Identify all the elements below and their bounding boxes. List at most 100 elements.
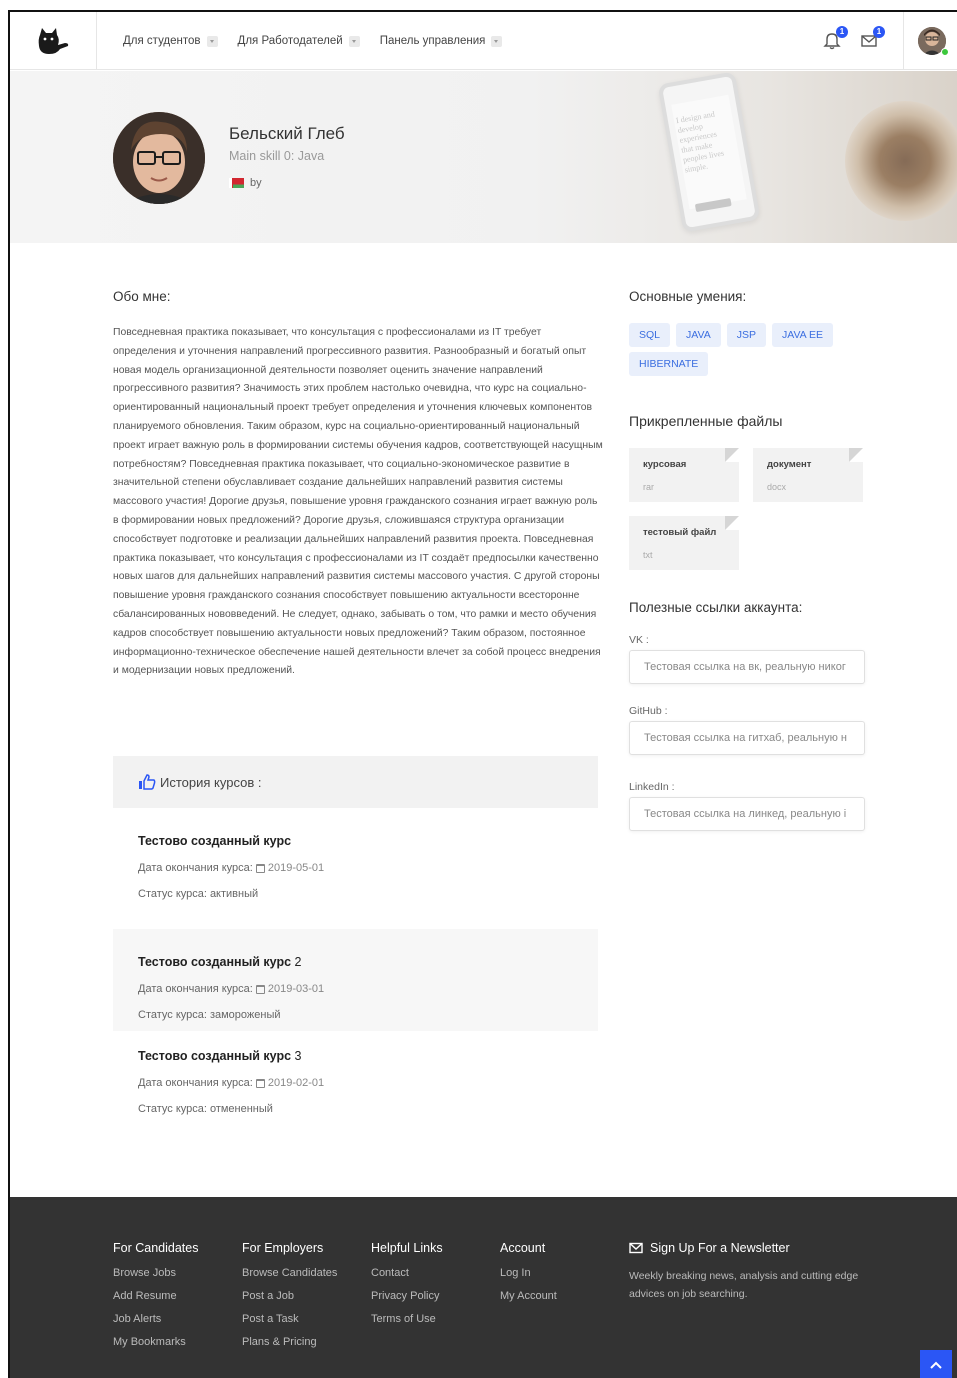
newsletter: Sign Up For a Newsletter Weekly breaking… (629, 1241, 869, 1303)
course-status-label: Статус курса: (138, 1009, 207, 1021)
footer-link[interactable]: Browse Jobs (113, 1267, 198, 1282)
calendar-icon (255, 863, 265, 873)
footer-link[interactable]: Add Resume (113, 1290, 198, 1305)
chevron-down-icon (206, 35, 218, 47)
course-status-value: активный (209, 888, 259, 900)
nav-dashboard-label: Панель управления (379, 35, 486, 47)
footer-col-title: For Candidates (113, 1241, 199, 1255)
phone-text: I design and develop experiences that ma… (675, 109, 725, 175)
course-status: Статус курса: отмененный (138, 1103, 598, 1115)
course-date: 2019-03-01 (267, 983, 325, 995)
vk-label: VK : (629, 634, 649, 646)
skill-tag[interactable]: JAVA EE (771, 323, 834, 347)
course-suffix: 2 (294, 955, 302, 969)
belarus-flag-icon (229, 178, 244, 188)
file-name: курсовая (643, 459, 687, 470)
nav-employers[interactable]: Для Работодателей (238, 35, 360, 47)
course-end-label: Дата окончания курса: (138, 1077, 253, 1089)
github-link-field[interactable]: Тестовая ссылка на гитхаб, реальную н (629, 721, 865, 755)
footer-link[interactable]: Browse Candidates (242, 1267, 337, 1282)
course-suffix: 3 (294, 1049, 302, 1063)
file-ext: rar (643, 482, 654, 492)
file-name: документ (767, 459, 812, 470)
course-title: Тестово созданный курс 2 (138, 955, 598, 969)
course-status-value: замороженый (209, 1009, 281, 1021)
online-status-dot (941, 48, 949, 56)
footer-col-title: Account (500, 1241, 546, 1255)
messages-button[interactable]: 1 (859, 26, 885, 52)
footer-link[interactable]: Terms of Use (371, 1313, 443, 1328)
course-status-value: отмененный (209, 1103, 273, 1115)
footer-link[interactable]: Job Alerts (113, 1313, 198, 1328)
chevron-down-icon (491, 35, 503, 47)
notifications-button[interactable]: 1 (822, 26, 848, 52)
course-status: Статус курса: замороженый (138, 1009, 598, 1021)
file-ext: docx (767, 482, 787, 492)
file-ext: txt (643, 550, 653, 560)
course-title: Тестово созданный курс (138, 834, 598, 848)
footer-link[interactable]: My Account (500, 1290, 557, 1305)
hero-phone-image: I design and develop experiences that ma… (657, 71, 761, 233)
calendar-icon (255, 1078, 265, 1088)
messages-badge: 1 (873, 26, 885, 38)
about-title: Обо мне: (113, 289, 171, 304)
logo[interactable] (10, 12, 97, 70)
file-card[interactable]: тестовый файл txt (629, 516, 739, 570)
course-status-label: Статус курса: (138, 1103, 207, 1115)
top-navigation-bar: Для студентов Для Работодателей Панель у… (10, 12, 957, 70)
course-end-label: Дата окончания курса: (138, 862, 253, 874)
skill-tag[interactable]: HIBERNATE (629, 352, 709, 376)
mail-icon (629, 1242, 643, 1254)
courses-header: История курсов : (113, 756, 598, 808)
footer-col-candidates: For Candidates Browse Jobs Add Resume Jo… (113, 1241, 198, 1359)
course-name: Тестово созданный курс (138, 1049, 292, 1063)
github-label: GitHub : (629, 705, 668, 717)
skill-tag[interactable]: JSP (726, 323, 766, 347)
linkedin-link-field[interactable]: Тестовая ссылка на линкед, реальную і (629, 797, 865, 831)
chevron-down-icon (348, 35, 360, 47)
skill-tag[interactable]: SQL (629, 323, 671, 347)
course-end-date: Дата окончания курса: 2019-02-01 (138, 1077, 598, 1089)
nav-employers-label: Для Работодателей (237, 35, 343, 47)
nav-students-label: Для студентов (123, 35, 201, 47)
links-title: Полезные ссылки аккаунта: (629, 600, 803, 615)
footer-link[interactable]: Privacy Policy (371, 1290, 443, 1305)
profile-photo-image (113, 112, 205, 204)
footer-link[interactable]: Post a Task (242, 1313, 337, 1328)
footer-link[interactable]: Plans & Pricing (242, 1336, 337, 1351)
course-title: Тестово созданный курс 3 (138, 1049, 598, 1063)
course-name: Тестово созданный курс (138, 955, 292, 969)
profile-photo (113, 112, 205, 204)
footer-col-employers: For Employers Browse Candidates Post a J… (242, 1241, 337, 1359)
skills-list: SQL JAVA JSP JAVA EE HIBERNATE (629, 323, 859, 376)
footer: For Candidates Browse Jobs Add Resume Jo… (10, 1197, 957, 1378)
footer-link[interactable]: My Bookmarks (113, 1336, 198, 1351)
skill-tag[interactable]: JAVA (676, 323, 721, 347)
cat-logo-icon (38, 28, 69, 54)
course-item: Тестово созданный курс Дата окончания ку… (113, 820, 598, 920)
nav-students[interactable]: Для студентов (123, 35, 218, 47)
footer-link[interactable]: Post a Job (242, 1290, 337, 1305)
scroll-to-top-button[interactable] (920, 1350, 952, 1378)
file-card[interactable]: курсовая rar (629, 448, 739, 502)
course-date: 2019-02-01 (267, 1077, 325, 1089)
nav-dashboard[interactable]: Панель управления (380, 35, 503, 47)
profile-country: by (229, 177, 262, 189)
vk-link-field[interactable]: Тестовая ссылка на вк, реальную никог (629, 650, 865, 684)
file-name: тестовый файл (643, 527, 717, 538)
country-code: by (250, 177, 262, 189)
footer-link[interactable]: Contact (371, 1267, 443, 1282)
user-menu[interactable] (903, 12, 957, 70)
file-card[interactable]: документ docx (753, 448, 863, 502)
thumbs-up-icon (139, 774, 156, 790)
course-end-date: Дата окончания курса: 2019-05-01 (138, 862, 598, 874)
linkedin-label: LinkedIn : (629, 781, 675, 793)
about-text: Повседневная практика показывает, что ко… (113, 327, 603, 677)
course-name: Тестово созданный курс (138, 834, 292, 848)
footer-link[interactable]: Log In (500, 1267, 557, 1282)
page: Для студентов Для Работодателей Панель у… (8, 10, 957, 1378)
course-item: Тестово созданный курс 3 Дата окончания … (113, 1035, 598, 1135)
profile-name: Бельский Глеб (229, 124, 345, 143)
chevron-up-icon (930, 1361, 942, 1369)
course-status: Статус курса: активный (138, 888, 598, 900)
